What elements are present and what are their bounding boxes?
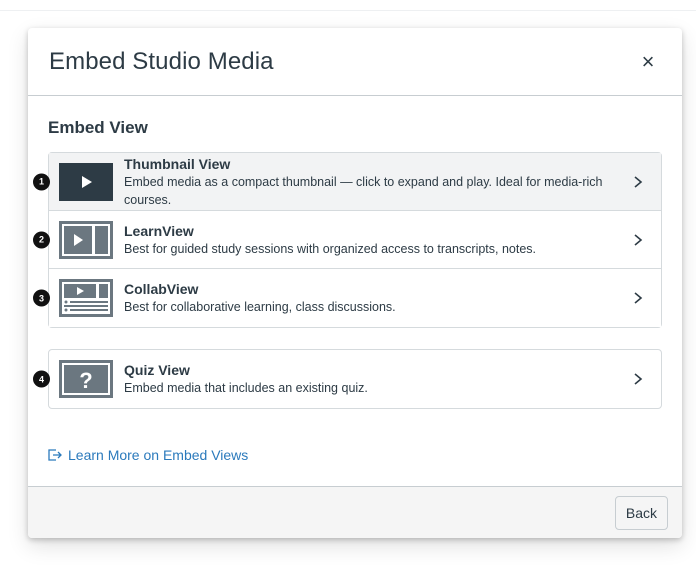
option-description: Embed media that includes an existing qu…: [124, 381, 368, 395]
option-thumbnail-view[interactable]: 1 Thumbnail View Embed media as a compac…: [33, 153, 661, 211]
step-badge: 1: [33, 173, 50, 190]
option-text: LearnView Best for guided study sessions…: [124, 222, 631, 258]
option-text: CollabView Best for collaborative learni…: [124, 280, 631, 316]
embed-view-options-list: 1 Thumbnail View Embed media as a compac…: [33, 152, 662, 328]
option-quiz-view[interactable]: 4 ? Quiz View Embed media that includes …: [33, 349, 662, 409]
option-title: Quiz View: [124, 362, 190, 378]
option-title: LearnView: [124, 222, 194, 239]
option-description: Best for collaborative learning, class d…: [124, 300, 396, 314]
thumbnail-view-icon: [59, 162, 113, 201]
back-button[interactable]: Back: [614, 495, 668, 530]
option-collabview[interactable]: 3 CollabView Best for collaborative lear…: [33, 269, 661, 327]
step-badge: 3: [33, 289, 50, 307]
modal-header: Embed Studio Media ×: [28, 28, 682, 96]
close-icon: ×: [641, 48, 655, 74]
close-button[interactable]: ×: [634, 48, 662, 76]
quiz-view-icon: ?: [59, 360, 113, 398]
chevron-right-icon: [634, 292, 643, 304]
chevron-right-icon: [634, 233, 643, 246]
modal-title: Embed Studio Media: [49, 47, 274, 75]
option-text: Quiz View Embed media that includes an e…: [124, 361, 631, 397]
option-learnview[interactable]: 2 LearnView Best for guided study sessio…: [33, 211, 661, 269]
svg-text:?: ?: [79, 368, 92, 393]
learnview-icon: [59, 220, 113, 259]
step-badge: 2: [33, 231, 50, 248]
option-description: Embed media as a compact thumbnail — cli…: [124, 174, 603, 207]
external-link-icon: [48, 449, 62, 461]
modal-footer: Back: [28, 486, 682, 538]
chevron-right-icon: [634, 373, 643, 385]
chevron-right-icon: [634, 175, 643, 188]
step-badge: 4: [33, 370, 50, 388]
learn-more-label: Learn More on Embed Views: [68, 447, 249, 463]
option-description: Best for guided study sessions with orga…: [124, 241, 537, 256]
modal-body: Embed View 1 Thumbnail View Embed media …: [28, 96, 682, 486]
learn-more-link[interactable]: Learn More on Embed Views: [48, 447, 662, 463]
option-title: Thumbnail View: [124, 155, 231, 172]
option-title: CollabView: [124, 281, 199, 297]
embed-studio-media-modal: Embed Studio Media × Embed View 1 Thumbn…: [28, 28, 682, 538]
option-text: Thumbnail View Embed media as a compact …: [124, 155, 631, 209]
section-title: Embed View: [48, 118, 148, 137]
collabview-icon: [59, 279, 113, 317]
page-top-divider: [0, 10, 696, 11]
